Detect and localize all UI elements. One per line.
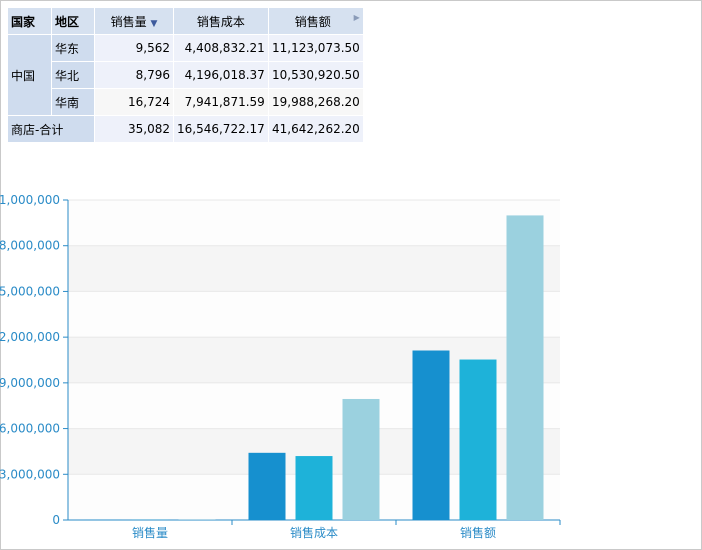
- header-sales-amount[interactable]: 销售额 ▶: [267, 7, 364, 35]
- y-tick-label: 3,000,000: [0, 467, 60, 481]
- grid-band: [68, 291, 560, 338]
- y-tick-label: 21,000,000: [0, 193, 60, 207]
- region-cell: 华南: [51, 88, 95, 116]
- sales-qty-cell: 16,724: [94, 88, 174, 116]
- sales-cost-cell: 7,941,871.59: [173, 88, 269, 116]
- y-tick-label: 12,000,000: [0, 330, 60, 344]
- grid-band: [68, 200, 560, 246]
- bar-chart: 0 3,000,000 6,000,000 9,000,000 12,000,000 15…: [0, 193, 561, 540]
- header-sales-qty[interactable]: 销售量 ▼: [94, 7, 174, 35]
- table-row: 华北 8,796 4,196,018.37 10,530,920.50: [8, 61, 364, 89]
- total-row: 商店-合计 35,082 16,546,722.17 41,642,262.20: [7, 115, 364, 143]
- sales-amount-cell: 11,123,073.50: [267, 34, 364, 62]
- sales-amount-cell: 19,988,268.20: [267, 88, 364, 116]
- sales-qty-cell: 9,562: [94, 34, 174, 62]
- x-category-label: 销售额: [460, 525, 496, 540]
- total-sales-qty: 35,082: [94, 115, 174, 143]
- table-header-row: 国家 地区 销售量 ▼ 销售成本 销售额 ▶: [7, 7, 364, 35]
- region-cell: 华东: [51, 34, 95, 62]
- pivot-table: 国家 地区 销售量 ▼ 销售成本 销售额 ▶ 中国 华东 9,562 4,408,…: [7, 7, 364, 143]
- table-row: 华南 16,724 7,941,871.59 19,988,268.20: [8, 88, 364, 116]
- table-row: 中国 华东 9,562 4,408,832.21 11,123,073.50: [7, 34, 364, 116]
- sort-desc-icon[interactable]: ▼: [150, 19, 157, 29]
- x-category-label: 销售成本: [290, 525, 338, 540]
- country-cell: 中国: [7, 34, 52, 116]
- total-sales-amount: 41,642,262.20: [267, 115, 364, 143]
- sales-cost-cell: 4,408,832.21: [173, 34, 269, 62]
- region-cell: 华北: [51, 61, 95, 89]
- bar: [412, 350, 450, 520]
- grid-band: [68, 245, 560, 292]
- header-region[interactable]: 地区: [51, 7, 95, 35]
- sales-amount-cell: 10,530,920.50: [267, 61, 364, 89]
- sales-cost-cell: 4,196,018.37: [173, 61, 269, 89]
- bar: [248, 452, 286, 520]
- bar: [506, 215, 544, 520]
- total-label: 商店-合计: [7, 115, 95, 143]
- bar: [459, 359, 497, 520]
- header-sales-cost[interactable]: 销售成本: [173, 7, 269, 35]
- total-sales-cost: 16,546,722.17: [173, 115, 269, 143]
- bar: [295, 456, 333, 520]
- y-tick-label: 15,000,000: [0, 284, 60, 298]
- sales-qty-cell: 8,796: [94, 61, 174, 89]
- scroll-right-icon[interactable]: ▶: [354, 13, 360, 22]
- y-tick-label: 0: [52, 513, 60, 527]
- x-category-label: 销售量: [132, 525, 168, 540]
- y-tick-label: 18,000,000: [0, 239, 60, 253]
- header-country[interactable]: 国家: [7, 7, 52, 35]
- y-tick-label: 6,000,000: [0, 422, 60, 436]
- bar: [342, 398, 380, 520]
- y-tick-label: 9,000,000: [0, 376, 60, 390]
